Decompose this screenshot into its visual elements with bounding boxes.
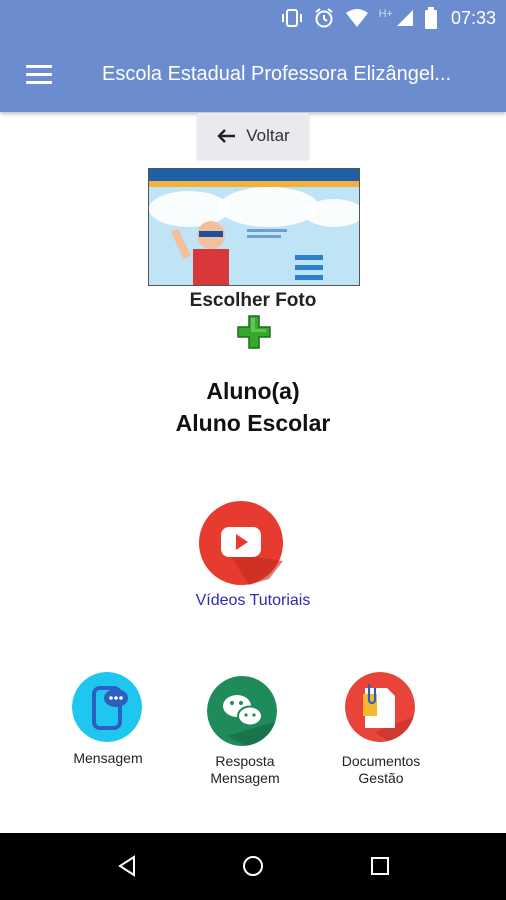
- tile-resposta-line1: Resposta: [215, 753, 275, 769]
- status-bar: H+ 07:33: [0, 0, 506, 36]
- tile-resposta-line2: Mensagem: [210, 770, 280, 786]
- home-circle-icon[interactable]: [242, 855, 264, 877]
- clock: 07:33: [450, 7, 496, 28]
- user-name: Aluno Escolar: [175, 410, 331, 436]
- hamburger-menu-icon[interactable]: [22, 60, 56, 88]
- wifi-icon: [345, 9, 368, 27]
- back-button-label: Voltar: [246, 126, 290, 145]
- user-role: Aluno(a): [206, 378, 300, 404]
- youtube-play-icon[interactable]: [199, 501, 283, 585]
- tile-mensagem-label[interactable]: Mensagem: [33, 750, 183, 767]
- network-type-label: H+: [378, 8, 393, 20]
- back-button[interactable]: Voltar: [197, 113, 309, 159]
- tile-resposta-label[interactable]: Resposta Mensagem: [170, 753, 320, 787]
- choose-photo-label[interactable]: Escolher Foto: [0, 290, 506, 312]
- battery-icon: [424, 7, 437, 29]
- page-title: Escola Estadual Professora Elizângel...: [102, 63, 452, 85]
- navigation-bar: [0, 833, 506, 900]
- recents-square-icon[interactable]: [370, 856, 390, 876]
- green-plus-icon[interactable]: [236, 314, 272, 350]
- tile-documentos-line2: Gestão: [358, 770, 404, 786]
- vibrate-icon: [281, 9, 302, 27]
- video-tutorials-label[interactable]: Vídeos Tutoriais: [0, 592, 506, 610]
- profile-photo[interactable]: [148, 168, 360, 286]
- arrow-left-icon: [217, 129, 236, 143]
- tile-mensagem-line1: Mensagem: [73, 750, 143, 766]
- alarm-icon: [314, 8, 333, 28]
- tile-documentos-line1: Documentos: [341, 753, 421, 769]
- document-clip-icon[interactable]: [345, 672, 415, 742]
- app-bar: Escola Estadual Professora Elizângel...: [0, 36, 506, 112]
- signal-icon: [396, 10, 413, 26]
- tile-documentos-label[interactable]: Documentos Gestão: [306, 753, 456, 787]
- chat-phone-icon[interactable]: [72, 672, 142, 742]
- back-triangle-icon[interactable]: [116, 855, 138, 877]
- wechat-bubbles-icon[interactable]: [207, 676, 277, 746]
- status-icons: H+ 07:33: [281, 0, 496, 36]
- profile-photo-image: [149, 169, 359, 285]
